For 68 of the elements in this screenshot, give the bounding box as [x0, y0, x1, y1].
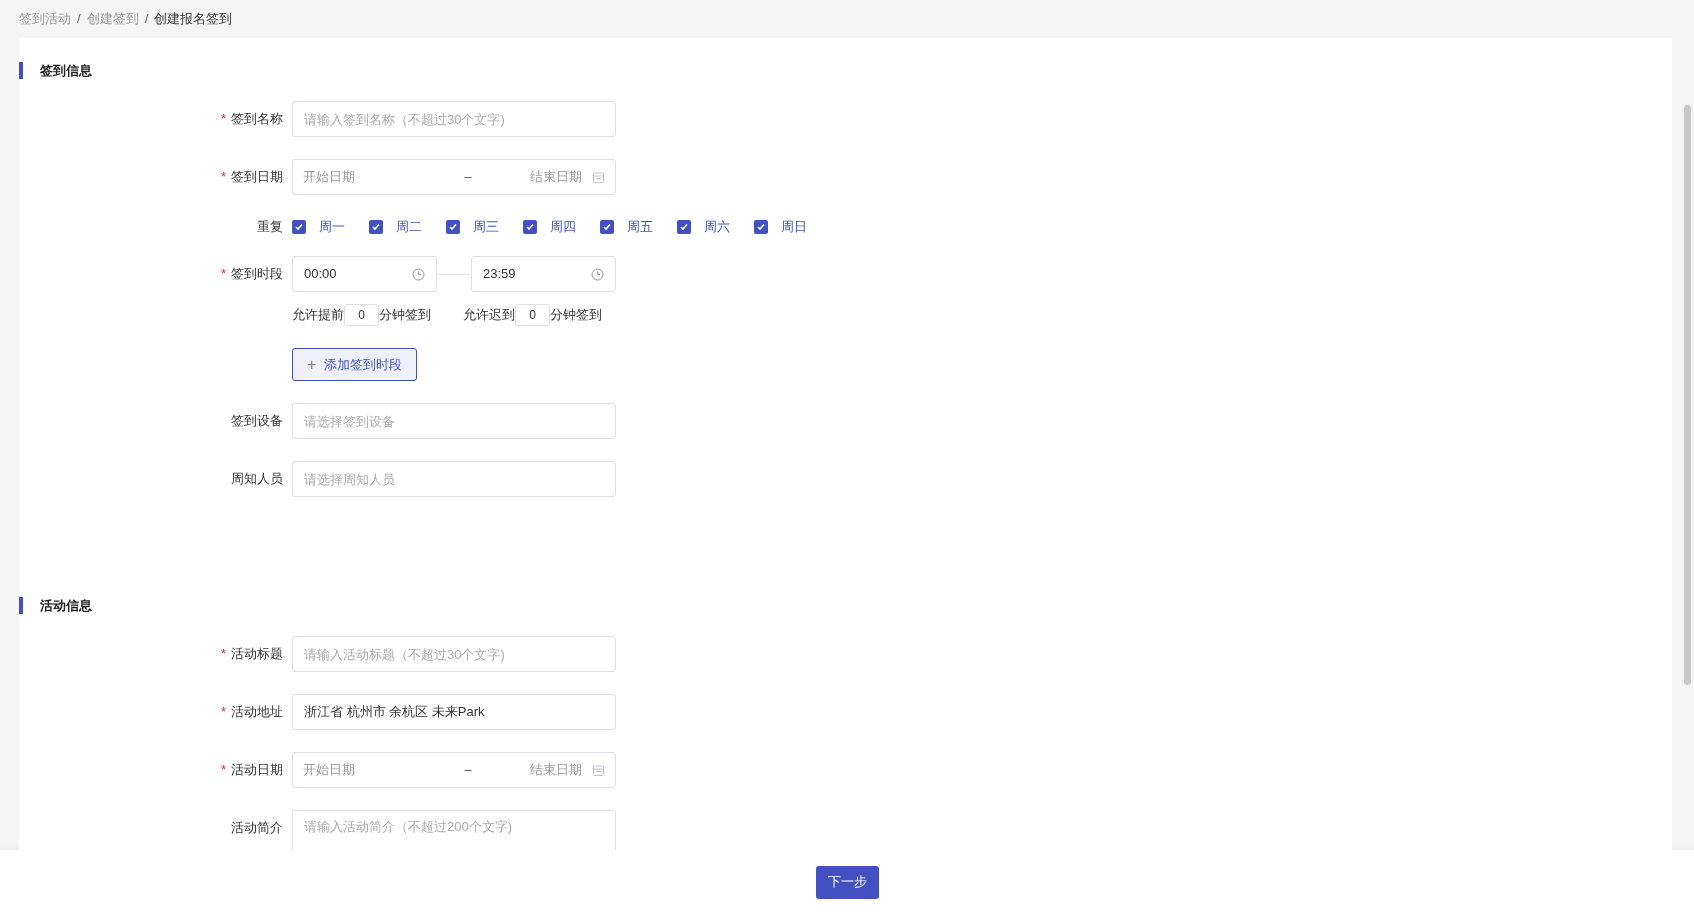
allowance-label: 分钟签到: [379, 306, 431, 325]
checkmark-icon: [525, 222, 535, 232]
time-value: 00:00: [304, 265, 337, 284]
start-date-placeholder: 开始日期: [303, 761, 356, 780]
checkmark-icon: [602, 222, 612, 232]
checkbox[interactable]: [446, 220, 460, 234]
range-separator: –: [463, 168, 473, 187]
section-marker: [19, 597, 23, 614]
weekday-label: 周三: [473, 218, 499, 237]
checkbox[interactable]: [600, 220, 614, 234]
checkmark-icon: [756, 222, 766, 232]
section-marker: [19, 62, 23, 79]
allowance-label: 允许提前: [292, 306, 344, 325]
checkbox[interactable]: [677, 220, 691, 234]
breadcrumb-separator: /: [77, 10, 81, 29]
calendar-icon: [592, 763, 605, 777]
section-title: 签到信息: [40, 61, 92, 80]
weekday-label: 周日: [781, 218, 807, 237]
checkbox[interactable]: [292, 220, 306, 234]
range-separator: –: [463, 761, 473, 780]
allowance-label: 分钟签到: [550, 306, 602, 325]
clock-icon: [591, 267, 604, 281]
field-label: * 签到日期: [220, 168, 283, 187]
checkbox[interactable]: [754, 220, 768, 234]
text-input[interactable]: 请选择签到设备: [292, 403, 616, 439]
next-button[interactable]: 下一步: [815, 865, 879, 899]
breadcrumb-separator: /: [144, 10, 149, 29]
clock-icon: [412, 267, 425, 281]
date-range-picker[interactable]: 开始日期 – 结束日期: [292, 752, 616, 788]
weekday-label: 周四: [550, 218, 576, 237]
field-label: * 签到名称: [220, 110, 283, 129]
allowance-label: 允许迟到: [463, 306, 515, 325]
checkmark-icon: [679, 222, 689, 232]
checkmark-icon: [371, 222, 381, 232]
field-label: 周知人员: [231, 470, 283, 489]
add-time-slot-button[interactable]: + 添加签到时段: [292, 348, 418, 381]
end-date-placeholder: 结束日期: [529, 168, 583, 187]
weekday-label: 周二: [396, 218, 422, 237]
textarea-input[interactable]: 请输入活动简介（不超过200个文字): [292, 810, 616, 850]
text-input[interactable]: 请输入签到名称（不超过30个文字): [292, 101, 616, 137]
text-input[interactable]: 浙江省 杭州市 余杭区 未来Park: [292, 694, 616, 730]
field-label: * 活动日期: [220, 761, 283, 780]
start-date-placeholder: 开始日期: [303, 168, 356, 187]
weekday-label: 周五: [627, 218, 653, 237]
checkmark-icon: [294, 222, 304, 232]
field-label: * 活动标题: [220, 645, 283, 664]
breadcrumb-current: 创建报名签到: [154, 10, 233, 29]
minutes-input[interactable]: 0: [515, 304, 550, 326]
weekday-label: 周一: [319, 218, 345, 237]
text-input[interactable]: 请输入活动标题（不超过30个文字): [292, 636, 616, 672]
field-label: * 活动地址: [220, 703, 283, 722]
section-title: 活动信息: [40, 596, 92, 615]
text-input[interactable]: 请选择周知人员: [292, 461, 616, 497]
time-value: 23:59: [483, 265, 516, 284]
field-label: 活动简介: [231, 819, 283, 838]
field-label: 签到设备: [231, 412, 283, 431]
time-picker[interactable]: 00:00: [292, 256, 437, 292]
field-label: 重复: [257, 218, 283, 237]
date-range-picker[interactable]: 开始日期 – 结束日期: [292, 159, 616, 195]
field-label: * 签到时段: [220, 265, 283, 284]
weekday-label: 周六: [704, 218, 730, 237]
time-picker[interactable]: 23:59: [471, 256, 616, 292]
checkbox[interactable]: [523, 220, 537, 234]
checkbox[interactable]: [369, 220, 383, 234]
checkmark-icon: [448, 222, 458, 232]
minutes-input[interactable]: 0: [344, 304, 379, 326]
calendar-icon: [592, 170, 605, 184]
end-date-placeholder: 结束日期: [529, 761, 583, 780]
